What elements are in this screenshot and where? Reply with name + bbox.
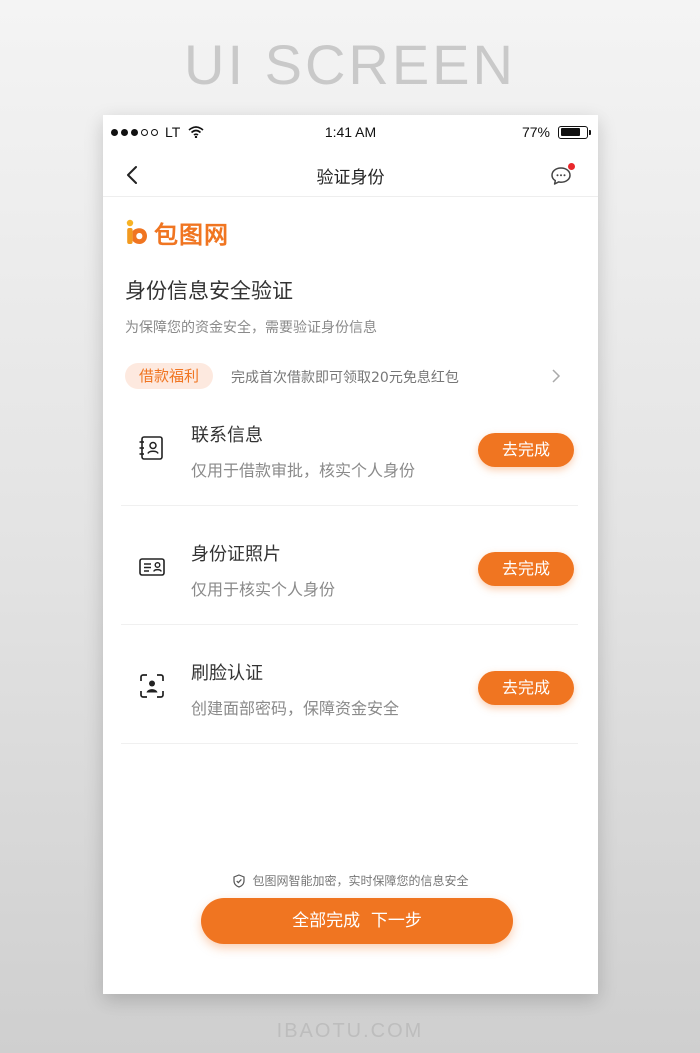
item-title: 刷脸认证 <box>191 663 263 684</box>
list-item: 联系信息 仅用于借款审批，核实个人身份 去完成 <box>121 387 578 506</box>
section-subtitle: 为保障您的资金安全，需要验证身份信息 <box>125 320 377 336</box>
status-bar: LT 1:41 AM 77% <box>103 115 598 149</box>
list-item: 身份证照片 仅用于核实个人身份 去完成 <box>121 506 578 625</box>
list-item: 刷脸认证 创建面部密码，保障资金安全 去完成 <box>121 625 578 744</box>
item-description: 创建面部密码，保障资金安全 <box>191 699 400 718</box>
item-title: 身份证照片 <box>191 544 281 565</box>
id-card-icon <box>139 558 165 576</box>
complete-all-button[interactable]: 全部完成 下一步 <box>201 898 513 944</box>
complete-button[interactable]: 去完成 <box>478 552 574 586</box>
promo-badge: 借款福利 <box>125 363 214 389</box>
battery-icon <box>558 125 591 139</box>
nav-bar: 验证身份 <box>103 155 598 197</box>
logo-icon <box>126 219 147 244</box>
verification-list: 联系信息 仅用于借款审批，核实个人身份 去完成 身份证照片 仅用于核实个人身份 … <box>121 387 578 744</box>
contact-card-icon <box>139 436 163 460</box>
security-note: 包图网智能加密，实时保障您的信息安全 <box>103 872 598 889</box>
notification-dot <box>568 163 575 170</box>
shield-check-icon <box>233 873 246 888</box>
security-note-text: 包图网智能加密，实时保障您的信息安全 <box>252 874 469 888</box>
promo-banner[interactable]: 借款福利 完成首次借款即可领取20元免息红包 <box>125 363 565 389</box>
logo-text: 包图网 <box>154 221 229 249</box>
phone-screen: LT 1:41 AM 77% 验证身份 包图网 身份信息安全验证 为保障您的资金… <box>103 115 598 994</box>
brand-logo: 包图网 <box>125 215 229 250</box>
battery-status: 77% <box>521 124 591 140</box>
promo-text: 完成首次借款即可领取20元免息红包 <box>231 370 459 386</box>
item-title: 联系信息 <box>191 425 263 446</box>
complete-button[interactable]: 去完成 <box>478 433 574 467</box>
chevron-right-icon <box>552 369 561 383</box>
banner-footer: IBAOTU.COM <box>276 1020 424 1042</box>
page-title: 验证身份 <box>316 168 385 188</box>
item-description: 仅用于借款审批，核实个人身份 <box>191 461 416 480</box>
battery-fill <box>560 128 580 136</box>
section-title: 身份信息安全验证 <box>125 279 293 303</box>
face-scan-icon <box>140 674 164 698</box>
item-description: 仅用于核实个人身份 <box>191 580 336 599</box>
message-button[interactable] <box>550 163 575 187</box>
battery-percent: 77% <box>521 124 550 140</box>
banner-title: UI SCREEN <box>184 33 516 96</box>
complete-button[interactable]: 去完成 <box>478 671 574 705</box>
